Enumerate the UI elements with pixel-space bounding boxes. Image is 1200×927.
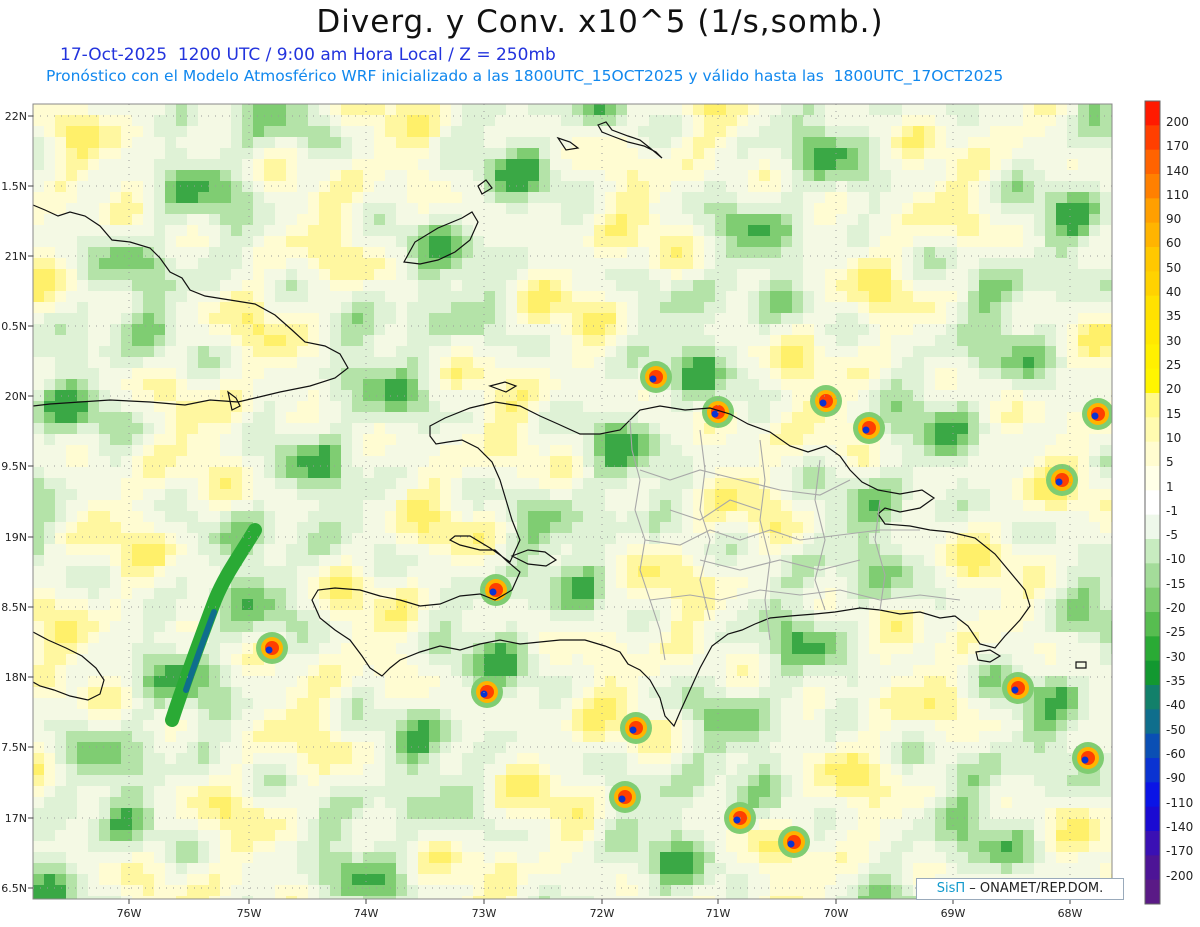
- colorbar-swatch: [1145, 660, 1160, 686]
- colorbar-label: 5: [1166, 455, 1174, 469]
- lon-tick-label: 71W: [706, 907, 731, 920]
- lat-tick-label: 7.5N: [1, 741, 27, 754]
- colorbar-label: 20: [1166, 382, 1181, 396]
- colorbar-label: -20: [1166, 601, 1186, 615]
- colorbar-label: -60: [1166, 747, 1186, 761]
- colorbar-swatch: [1145, 636, 1160, 662]
- colorbar-label: -170: [1166, 844, 1193, 858]
- colorbar-swatch: [1145, 271, 1160, 297]
- lon-tick-label: 72W: [590, 907, 615, 920]
- lon-tick-label: 73W: [472, 907, 497, 920]
- map-plot-area: [32, 103, 1113, 900]
- colorbar-swatch: [1145, 879, 1160, 905]
- divergence-field: [33, 104, 1112, 899]
- colorbar-swatch: [1145, 393, 1160, 418]
- colorbar-swatch: [1145, 709, 1160, 735]
- lon-tick-label: 68W: [1058, 907, 1083, 920]
- lat-tick-label: 1.5N: [1, 180, 27, 193]
- colorbar-swatch: [1145, 733, 1160, 759]
- colorbar-swatch: [1145, 587, 1160, 613]
- colorbar-label: 140: [1166, 164, 1189, 178]
- map-canvas: 22N 1.5N 21N 0.5N 20N 9.5N 19N 8.5N 18N …: [1, 100, 1193, 920]
- colorbar-label: -50: [1166, 723, 1186, 737]
- colorbar-label: -30: [1166, 650, 1186, 664]
- lon-tick-label: 74W: [354, 907, 379, 920]
- colorbar-label: -5: [1166, 528, 1178, 542]
- colorbar-swatch: [1145, 222, 1160, 248]
- lat-tick-label: 19N: [5, 531, 27, 544]
- colorbar-swatch: [1145, 831, 1160, 856]
- colorbar-label: 110: [1166, 188, 1189, 202]
- colorbar-label: 35: [1166, 309, 1181, 323]
- colorbar-swatch: [1145, 782, 1160, 808]
- lon-tick-label: 75W: [237, 907, 262, 920]
- colorbar-swatch: [1145, 174, 1160, 199]
- colorbar-swatch: [1145, 758, 1160, 783]
- colorbar-label: -35: [1166, 674, 1186, 688]
- lat-tick-label: 9.5N: [1, 460, 27, 473]
- colorbar-swatch: [1145, 855, 1160, 881]
- colorbar: 200 170 140 110 90 60 50 40 35 30 25 20 …: [1144, 100, 1193, 905]
- colorbar-label: -1: [1166, 504, 1178, 518]
- lat-tick-label: 22N: [5, 110, 27, 123]
- colorbar-swatch: [1145, 149, 1160, 175]
- lon-tick-label: 70W: [824, 907, 849, 920]
- colorbar-label: 10: [1166, 431, 1181, 445]
- lat-tick-label: 0.5N: [1, 320, 27, 333]
- credit-text: – ONAMET/REP.DOM.: [965, 881, 1104, 896]
- colorbar-label: -10: [1166, 552, 1186, 566]
- colorbar-label: -140: [1166, 820, 1193, 834]
- colorbar-swatch: [1145, 247, 1160, 272]
- colorbar-label: -110: [1166, 796, 1193, 810]
- colorbar-label: 50: [1166, 261, 1181, 275]
- colorbar-label: 40: [1166, 285, 1181, 299]
- lon-tick-label: 76W: [117, 907, 142, 920]
- colorbar-label: 15: [1166, 407, 1181, 421]
- colorbar-label: -15: [1166, 577, 1186, 591]
- colorbar-label: -200: [1166, 869, 1193, 883]
- colorbar-swatch: [1145, 490, 1160, 516]
- colorbar-swatch: [1145, 539, 1160, 564]
- colorbar-swatch: [1145, 295, 1160, 321]
- colorbar-label: 25: [1166, 358, 1181, 372]
- lat-tick-label: 17N: [5, 812, 27, 825]
- colorbar-swatch: [1145, 198, 1160, 224]
- colorbar-swatch: [1145, 514, 1160, 540]
- colorbar-swatch: [1145, 125, 1160, 151]
- colorbar-swatch: [1145, 368, 1160, 394]
- lat-tick-label: 18N: [5, 671, 27, 684]
- colorbar-swatch: [1145, 344, 1160, 370]
- colorbar-swatch: [1145, 806, 1160, 832]
- colorbar-label: 90: [1166, 212, 1181, 226]
- longitude-axis: 76W 75W 74W 73W 72W 71W 70W 69W 68W: [117, 899, 1083, 920]
- colorbar-swatch: [1145, 563, 1160, 589]
- credit-brand: SisΠ: [936, 881, 966, 896]
- colorbar-swatch: [1145, 466, 1160, 491]
- colorbar-swatch: [1145, 417, 1160, 443]
- colorbar-label: -25: [1166, 625, 1186, 639]
- lat-tick-label: 21N: [5, 250, 27, 263]
- colorbar-swatch: [1145, 101, 1160, 126]
- colorbar-swatch: [1145, 685, 1160, 710]
- lat-tick-label: 6.5N: [1, 882, 27, 895]
- credit-box: SisΠ – ONAMET/REP.DOM.: [916, 878, 1124, 900]
- colorbar-label: -40: [1166, 698, 1186, 712]
- lon-tick-label: 69W: [941, 907, 966, 920]
- colorbar-label: 1: [1166, 480, 1174, 494]
- colorbar-swatch: [1145, 320, 1160, 345]
- lat-tick-label: 8.5N: [1, 601, 27, 614]
- colorbar-swatch: [1145, 441, 1160, 467]
- colorbar-label: 170: [1166, 139, 1189, 153]
- colorbar-label: 30: [1166, 334, 1181, 348]
- colorbar-label: 60: [1166, 236, 1181, 250]
- colorbar-swatch: [1145, 612, 1160, 637]
- lat-tick-label: 20N: [5, 390, 27, 403]
- colorbar-label: -90: [1166, 771, 1186, 785]
- latitude-axis: 22N 1.5N 21N 0.5N 20N 9.5N 19N 8.5N 18N …: [1, 110, 33, 895]
- colorbar-label: 200: [1166, 115, 1189, 129]
